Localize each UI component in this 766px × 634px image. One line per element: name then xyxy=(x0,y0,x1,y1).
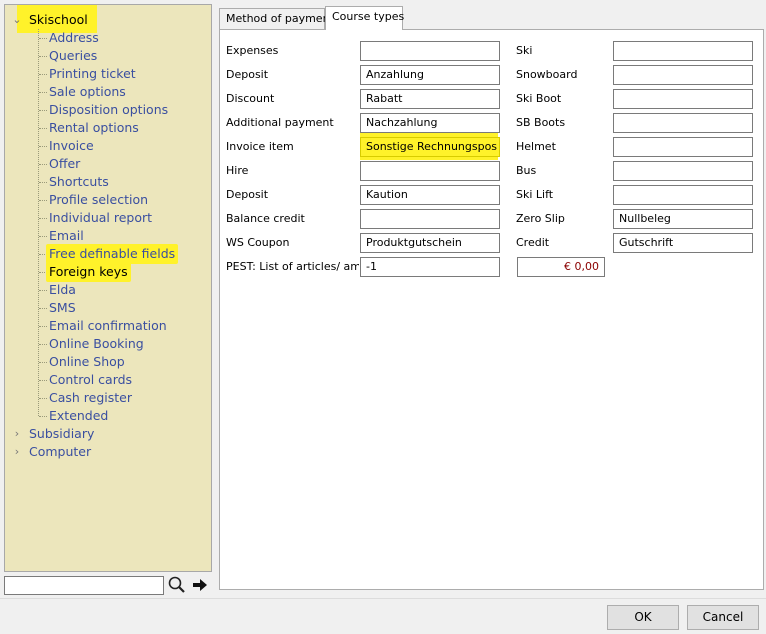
text-field[interactable]: -1 xyxy=(360,257,500,277)
tree-branch-line xyxy=(39,344,47,345)
tree-branch-line xyxy=(39,128,47,129)
field-label: Bus xyxy=(516,164,537,177)
tree-branch-line xyxy=(39,218,47,219)
tree-item-elda[interactable]: Elda xyxy=(49,281,76,299)
text-field[interactable] xyxy=(613,137,753,157)
tab-method-of-payment[interactable]: Method of payment xyxy=(219,8,334,30)
tree-item-queries[interactable]: Queries xyxy=(49,47,97,65)
text-field[interactable]: Nachzahlung xyxy=(360,113,500,133)
field-label: Discount xyxy=(226,92,275,105)
tree-item-email[interactable]: Email xyxy=(49,227,84,245)
tree-branch-line xyxy=(39,56,47,57)
tree-branch-line xyxy=(39,92,47,93)
arrow-right-icon[interactable] xyxy=(191,575,209,595)
tree-item-sale-options[interactable]: Sale options xyxy=(49,83,126,101)
tree-node-computer[interactable]: Computer xyxy=(29,443,91,461)
tree-item-email-confirmation[interactable]: Email confirmation xyxy=(49,317,167,335)
expand-icon[interactable]: › xyxy=(12,425,22,443)
tree-branch-line xyxy=(39,74,47,75)
tree-search-input[interactable] xyxy=(4,576,164,595)
text-field[interactable] xyxy=(613,185,753,205)
tree-item-rental-options[interactable]: Rental options xyxy=(49,119,139,137)
course-types-panel: Expenses Deposit Anzahlung Discount Rabatt Ad… xyxy=(219,29,764,590)
cancel-button[interactable]: Cancel xyxy=(687,605,759,630)
tree-branch-line xyxy=(39,362,47,363)
text-field[interactable] xyxy=(360,209,500,229)
field-label: Helmet xyxy=(516,140,556,153)
field-label: Invoice item xyxy=(226,140,294,153)
tree-branch-line xyxy=(39,326,47,327)
expand-icon[interactable]: › xyxy=(12,443,22,461)
field-label: Zero Slip xyxy=(516,212,565,225)
tree-item-sms[interactable]: SMS xyxy=(49,299,76,317)
magnifier-icon[interactable] xyxy=(167,575,187,595)
settings-tree: ⌄ Skischool Address Queries Printing ticke… xyxy=(4,4,212,572)
tree-item-address[interactable]: Address xyxy=(49,29,99,47)
collapse-icon[interactable]: ⌄ xyxy=(12,11,22,29)
text-field[interactable] xyxy=(613,65,753,85)
tree-item-foreign-keys[interactable]: Foreign keys xyxy=(46,262,131,282)
text-field[interactable] xyxy=(613,41,753,61)
text-field[interactable] xyxy=(613,161,753,181)
tree-branch-line xyxy=(39,38,47,39)
tree-node-subsidiary[interactable]: Subsidiary xyxy=(29,425,94,443)
text-field[interactable] xyxy=(613,113,753,133)
field-label: PEST: List of articles/ amour xyxy=(226,260,359,273)
tree-item-online-shop[interactable]: Online Shop xyxy=(49,353,125,371)
text-field[interactable]: Anzahlung xyxy=(360,65,500,85)
tree-branch-line xyxy=(39,398,47,399)
tree-item-online-booking[interactable]: Online Booking xyxy=(49,335,144,353)
tree-item-individual-report[interactable]: Individual report xyxy=(49,209,152,227)
text-field[interactable]: Kaution xyxy=(360,185,500,205)
text-field[interactable] xyxy=(613,89,753,109)
tree-branch-line xyxy=(39,110,47,111)
tree-item-shortcuts[interactable]: Shortcuts xyxy=(49,173,109,191)
tree-branch-line xyxy=(39,380,47,381)
field-label: SB Boots xyxy=(516,116,566,129)
text-field[interactable]: Sonstige Rechnungspos xyxy=(360,137,500,157)
text-field[interactable]: Gutschrift xyxy=(613,233,753,253)
field-label: Expenses xyxy=(226,44,279,57)
tree-branch-line xyxy=(39,182,47,183)
bottom-divider xyxy=(0,598,766,599)
tree-item-invoice[interactable]: Invoice xyxy=(49,137,94,155)
tree-item-printing-ticket[interactable]: Printing ticket xyxy=(49,65,136,83)
field-label: Deposit xyxy=(226,68,269,81)
tree-branch-line xyxy=(39,164,47,165)
tree-branch-line xyxy=(39,290,47,291)
tree-root-skischool[interactable]: Skischool xyxy=(29,11,88,29)
text-field[interactable] xyxy=(360,161,500,181)
tree-guide-line xyxy=(38,29,39,416)
field-label: Hire xyxy=(226,164,249,177)
ok-button[interactable]: OK xyxy=(607,605,679,630)
field-label: Ski Lift xyxy=(516,188,554,201)
tree-branch-line xyxy=(39,146,47,147)
text-field[interactable]: Rabatt xyxy=(360,89,500,109)
tree-item-control-cards[interactable]: Control cards xyxy=(49,371,132,389)
tree-branch-line xyxy=(39,308,47,309)
field-label: Balance credit xyxy=(226,212,305,225)
field-label: Snowboard xyxy=(516,68,578,81)
tab-course-types[interactable]: Course types xyxy=(325,6,404,30)
tree-item-free-definable-fields[interactable]: Free definable fields xyxy=(46,244,179,264)
text-field[interactable]: Produktgutschein xyxy=(360,233,500,253)
amount-display: € 0,00 xyxy=(517,257,605,277)
field-label: Ski xyxy=(516,44,533,57)
tree-branch-line xyxy=(39,200,47,201)
tree-item-extended[interactable]: Extended xyxy=(49,407,108,425)
field-label: Credit xyxy=(516,236,550,249)
text-field[interactable]: Nullbeleg xyxy=(613,209,753,229)
tree-branch-line xyxy=(39,416,47,417)
field-label: WS Coupon xyxy=(226,236,290,249)
field-label: Deposit xyxy=(226,188,269,201)
tree-branch-line xyxy=(39,236,47,237)
tree-item-profile-selection[interactable]: Profile selection xyxy=(49,191,148,209)
text-field[interactable] xyxy=(360,41,500,61)
tree-item-disposition-options[interactable]: Disposition options xyxy=(49,101,168,119)
field-label: Additional payment xyxy=(226,116,334,129)
field-label: Ski Boot xyxy=(516,92,562,105)
tree-item-offer[interactable]: Offer xyxy=(49,155,80,173)
tree-item-cash-register[interactable]: Cash register xyxy=(49,389,132,407)
